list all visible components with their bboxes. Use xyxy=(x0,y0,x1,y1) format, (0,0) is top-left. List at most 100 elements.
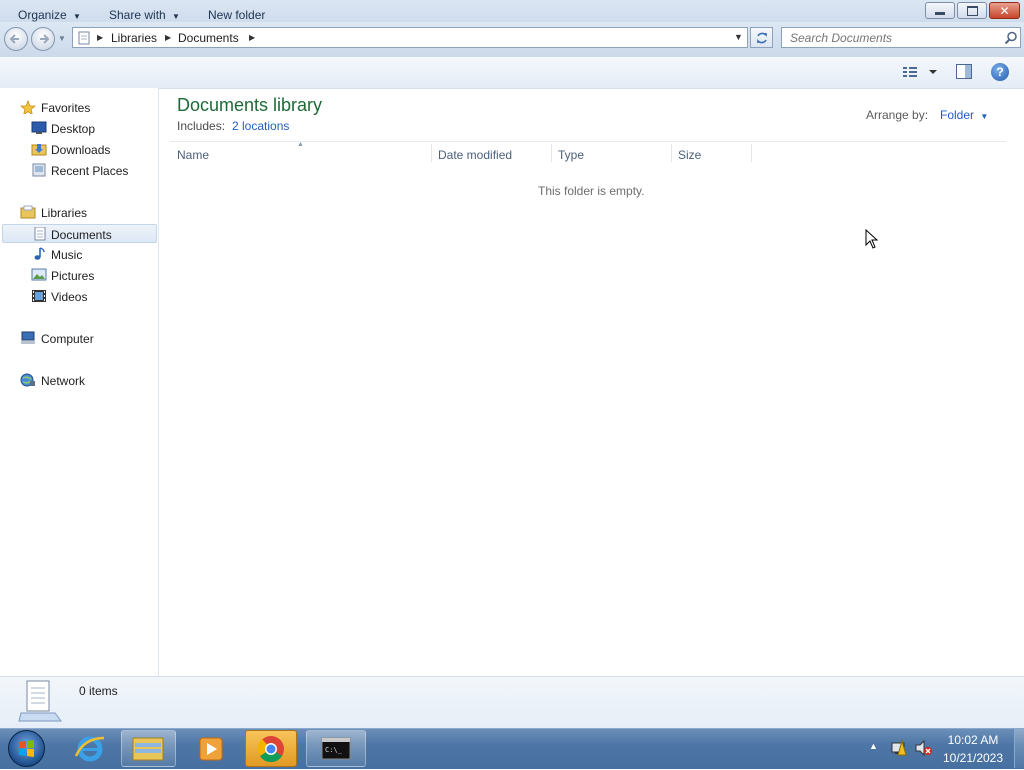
nav-recent-places[interactable]: Recent Places xyxy=(0,161,156,180)
column-header-type[interactable]: Type xyxy=(558,148,584,164)
nav-desktop[interactable]: Desktop xyxy=(0,119,156,138)
desktop-icon xyxy=(31,121,47,134)
breadcrumb-separator-icon: ▶ xyxy=(249,33,256,42)
clock-date[interactable]: 10/21/2023 xyxy=(937,751,1009,765)
preview-pane-icon xyxy=(965,65,971,78)
nav-favorites[interactable]: Favorites xyxy=(0,98,156,117)
nav-documents[interactable]: Documents xyxy=(2,224,157,243)
column-header-divider xyxy=(170,141,1006,142)
back-button[interactable] xyxy=(4,27,28,51)
document-folder-icon xyxy=(78,31,90,45)
nav-downloads[interactable]: Downloads xyxy=(0,140,156,159)
pictures-icon xyxy=(31,268,47,281)
nav-pictures-label: Pictures xyxy=(51,269,95,283)
arrange-by-label: Arrange by: xyxy=(866,108,929,122)
taskbar-internet-explorer[interactable] xyxy=(70,730,110,767)
restore-button[interactable] xyxy=(957,2,987,19)
windows-logo-icon xyxy=(19,740,34,757)
search-icon xyxy=(1004,31,1017,45)
nav-favorites-label: Favorites xyxy=(41,101,91,115)
empty-folder-message: This folder is empty. xyxy=(538,184,645,198)
windows-explorer-icon xyxy=(132,737,164,761)
view-list-icon xyxy=(903,67,937,77)
refresh-button[interactable] xyxy=(750,27,773,48)
show-hidden-icons-button[interactable]: ▲ xyxy=(869,741,878,751)
organize-label: Organize xyxy=(18,8,67,22)
recent-pages-dropdown[interactable]: ▼ xyxy=(58,34,66,43)
star-icon xyxy=(20,100,36,114)
svg-text:C:\_: C:\_ xyxy=(325,746,343,754)
nav-pictures[interactable]: Pictures xyxy=(0,266,156,285)
chevron-down-icon: ▼ xyxy=(172,12,180,21)
includes-label: Includes: xyxy=(177,119,226,133)
help-button[interactable]: ? xyxy=(991,63,1009,81)
help-icon: ? xyxy=(996,65,1004,79)
nav-libraries-label: Libraries xyxy=(41,206,88,220)
nav-recent-places-label: Recent Places xyxy=(51,164,129,178)
nav-documents-label: Documents xyxy=(51,228,112,242)
address-history-dropdown[interactable]: ▼ xyxy=(734,32,743,42)
back-arrow-icon xyxy=(9,34,19,44)
clock-time[interactable]: 10:02 AM xyxy=(937,733,1009,747)
videos-icon xyxy=(32,290,46,302)
column-separator[interactable] xyxy=(671,144,672,162)
arrange-by-dropdown[interactable]: Folder ▼ xyxy=(940,108,988,122)
downloads-folder-icon xyxy=(31,144,47,156)
organize-menu[interactable]: Organize ▼ xyxy=(18,8,81,22)
details-pane xyxy=(0,676,1024,729)
search-input[interactable] xyxy=(788,30,997,46)
nav-network[interactable]: Network xyxy=(0,371,156,390)
nav-computer-label: Computer xyxy=(41,332,94,346)
minimize-icon xyxy=(935,12,945,15)
search-box[interactable] xyxy=(781,27,1021,48)
change-view-button[interactable] xyxy=(902,64,940,80)
column-separator[interactable] xyxy=(751,144,752,162)
column-header-date-modified[interactable]: Date modified xyxy=(438,148,512,164)
music-icon xyxy=(34,247,45,260)
start-button[interactable] xyxy=(8,730,45,767)
show-desktop-button[interactable] xyxy=(1014,729,1024,768)
command-bar xyxy=(0,57,1024,89)
nav-videos-label: Videos xyxy=(51,290,88,304)
taskbar-windows-explorer[interactable] xyxy=(121,730,176,767)
sort-ascending-icon: ▲ xyxy=(297,141,304,148)
nav-libraries[interactable]: Libraries xyxy=(0,203,156,222)
column-header-name[interactable]: Name xyxy=(177,148,209,164)
refresh-icon xyxy=(756,32,767,43)
computer-icon xyxy=(21,331,35,344)
share-with-menu[interactable]: Share with ▼ xyxy=(109,8,180,22)
nav-videos[interactable]: Videos xyxy=(0,287,156,306)
column-separator[interactable] xyxy=(551,144,552,162)
internet-explorer-icon xyxy=(74,736,105,762)
taskbar-media-player[interactable] xyxy=(185,730,237,767)
close-button[interactable]: ✕ xyxy=(989,2,1020,19)
includes-locations-link[interactable]: 2 locations xyxy=(232,119,289,133)
nav-network-label: Network xyxy=(41,374,86,388)
breadcrumb-documents[interactable]: Documents xyxy=(178,31,239,45)
nav-music[interactable]: Music xyxy=(0,245,156,264)
column-separator[interactable] xyxy=(431,144,432,162)
breadcrumb-separator-icon: ▶ xyxy=(165,33,172,42)
command-prompt-icon: C:\_ xyxy=(321,737,351,760)
nav-computer[interactable]: Computer xyxy=(0,329,156,348)
taskbar-command-prompt[interactable]: C:\_ xyxy=(306,730,366,767)
volume-muted-icon[interactable] xyxy=(914,739,932,757)
nav-desktop-label: Desktop xyxy=(51,122,96,136)
breadcrumb-separator-icon: ▶ xyxy=(97,33,104,42)
share-with-label: Share with xyxy=(109,8,166,22)
chevron-down-icon: ▼ xyxy=(73,12,81,21)
arrange-by-value: Folder xyxy=(940,108,975,122)
forward-button[interactable] xyxy=(31,27,55,51)
nav-downloads-label: Downloads xyxy=(51,143,111,157)
address-bar[interactable]: ▶ Libraries ▶ Documents ▶ ▼ xyxy=(72,27,748,48)
new-folder-button[interactable]: New folder xyxy=(208,8,265,22)
breadcrumb-libraries[interactable]: Libraries xyxy=(111,31,157,45)
forward-arrow-icon xyxy=(40,34,50,44)
column-header-size[interactable]: Size xyxy=(678,148,701,164)
minimize-button[interactable] xyxy=(925,2,955,19)
recent-places-icon xyxy=(32,163,46,177)
preview-pane-button[interactable] xyxy=(956,64,972,79)
network-tray-icon[interactable] xyxy=(890,739,908,757)
taskbar-chrome[interactable] xyxy=(245,730,297,767)
media-player-icon xyxy=(199,737,223,761)
